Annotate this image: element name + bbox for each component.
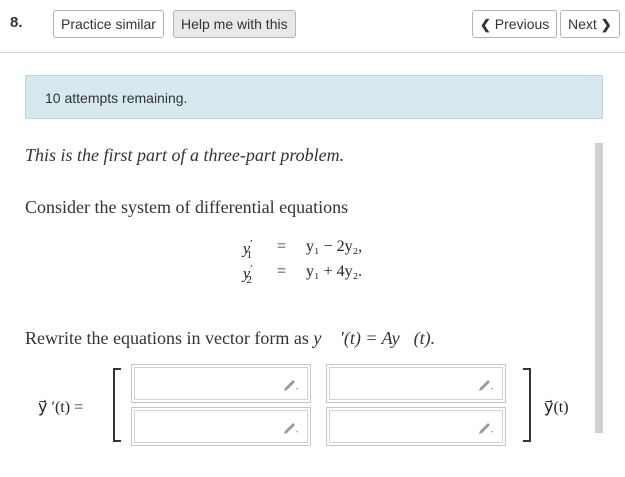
matrix-input-r2c1[interactable] bbox=[131, 407, 311, 446]
matrix-input-r2c2[interactable] bbox=[326, 407, 506, 446]
matrix-right-bracket bbox=[523, 368, 531, 442]
chevron-left-icon: ❮ bbox=[480, 17, 491, 32]
matrix-left-bracket bbox=[113, 368, 121, 442]
vector-rhs-label: y⃗(t) bbox=[544, 399, 569, 416]
rewrite-instruction: Rewrite the equations in vector form as … bbox=[25, 328, 435, 349]
next-button[interactable]: Next ❯ bbox=[560, 10, 620, 38]
equation-1-equals: = bbox=[277, 238, 287, 255]
attempts-text: 10 attempts remaining. bbox=[45, 90, 188, 106]
question-number: 8. bbox=[10, 14, 23, 31]
rewrite-prefix: Rewrite the equations in vector form as bbox=[25, 328, 309, 348]
problem-statement: Consider the system of differential equa… bbox=[25, 197, 349, 217]
matrix-input-r1c2[interactable] bbox=[326, 364, 506, 403]
previous-button[interactable]: ❮ Previous bbox=[472, 10, 558, 38]
equation-1-rhs: y₁ − 2y₂, bbox=[306, 238, 363, 255]
scrollbar[interactable] bbox=[595, 143, 603, 433]
vector-lhs-label: y⃗ ′(t) = bbox=[38, 399, 84, 416]
equation-2-lhs: y′2 bbox=[243, 263, 253, 286]
chevron-right-icon: ❯ bbox=[600, 17, 612, 32]
equation-2-equals: = bbox=[277, 263, 287, 280]
pencil-icon[interactable] bbox=[282, 418, 300, 436]
help-me-button[interactable]: Help me with this bbox=[173, 10, 296, 38]
equation-1-lhs: y′1 bbox=[243, 238, 253, 261]
next-label: Next bbox=[568, 16, 597, 32]
problem-intro: This is the first part of a three-part p… bbox=[25, 145, 345, 165]
attempts-notice: 10 attempts remaining. bbox=[25, 75, 603, 119]
vector-form-formula: y⃗ ′(t) = Ay⃗(t). bbox=[313, 328, 436, 348]
pencil-icon[interactable] bbox=[282, 375, 300, 393]
pencil-icon[interactable] bbox=[477, 375, 495, 393]
equation-2-rhs: y₁ + 4y₂. bbox=[306, 263, 363, 280]
practice-similar-button[interactable]: Practice similar bbox=[53, 10, 164, 38]
pencil-icon[interactable] bbox=[477, 418, 495, 436]
question-header: 8. Practice similar Help me with this ❮ … bbox=[0, 0, 625, 53]
matrix-input-r1c1[interactable] bbox=[131, 364, 311, 403]
previous-label: Previous bbox=[494, 16, 550, 32]
